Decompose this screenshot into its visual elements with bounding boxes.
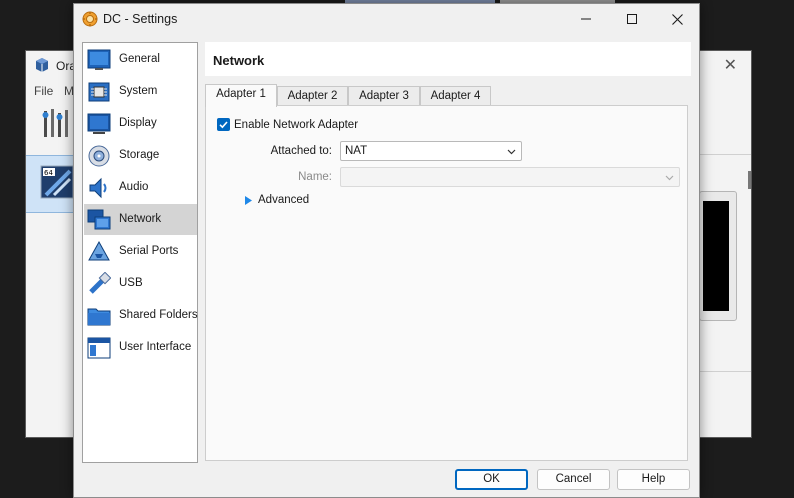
scrollbar-thumb[interactable] — [748, 171, 751, 189]
advanced-toggle[interactable]: Advanced — [258, 194, 309, 206]
sidebar-item-storage[interactable]: Storage — [84, 140, 197, 171]
settings-gear-icon — [82, 11, 98, 27]
sidebar-item-label: General — [119, 53, 160, 65]
chevron-down-icon — [507, 149, 516, 155]
settings-category-list: General System Display Storage Audio Net… — [82, 42, 198, 463]
maximize-button[interactable] — [609, 4, 655, 34]
tab-adapter-1[interactable]: Adapter 1 — [205, 84, 277, 107]
serial-ports-icon — [88, 240, 110, 261]
network-icon — [87, 209, 111, 230]
sidebar-item-label: USB — [119, 277, 143, 289]
tab-adapter-2[interactable]: Adapter 2 — [277, 86, 348, 106]
sidebar-item-shared-folders[interactable]: Shared Folders — [84, 300, 198, 331]
expand-arrow-icon[interactable] — [244, 195, 253, 206]
cancel-button[interactable]: Cancel — [537, 469, 610, 490]
sidebar-item-label: User Interface — [119, 341, 192, 353]
tools-icon[interactable] — [42, 107, 74, 141]
help-button[interactable]: Help — [617, 469, 690, 490]
sidebar-item-serial-ports[interactable]: Serial Ports — [84, 236, 197, 267]
svg-text:64: 64 — [44, 169, 53, 177]
adapter-name-select[interactable] — [340, 167, 680, 187]
menu-file[interactable]: File — [34, 84, 53, 98]
sidebar-item-label: Storage — [119, 149, 160, 161]
chevron-down-icon — [665, 175, 674, 181]
enable-adapter-checkbox[interactable] — [217, 118, 230, 131]
sidebar-item-user-interface[interactable]: User Interface — [84, 332, 197, 363]
sidebar-item-label: Shared Folders — [119, 309, 198, 321]
dialog-titlebar[interactable]: DC - Settings — [74, 4, 699, 34]
enable-adapter-label[interactable]: Enable Network Adapter — [234, 119, 358, 131]
sidebar-item-general[interactable]: General — [84, 44, 197, 75]
manager-close-icon[interactable]: ✕ — [724, 55, 737, 75]
checkmark-icon — [219, 121, 228, 129]
page-header: Network — [205, 42, 691, 76]
minimize-button[interactable] — [563, 4, 609, 34]
tab-adapter-3[interactable]: Adapter 3 — [348, 86, 420, 106]
vm-64bit-icon: 64 — [40, 165, 74, 199]
system-icon — [88, 82, 110, 102]
shared-folders-icon — [87, 308, 111, 326]
ok-button[interactable]: OK — [455, 469, 528, 490]
close-icon — [671, 13, 683, 25]
divider — [697, 154, 751, 155]
adapter-settings-panel: Enable Network Adapter Attached to: NAT … — [205, 105, 688, 461]
sidebar-item-label: Network — [119, 213, 162, 225]
adapter-tabbar: Adapter 1 Adapter 2 Adapter 3 Adapter 4 — [205, 84, 691, 107]
attached-to-select[interactable]: NAT — [340, 141, 522, 161]
vm-preview-screen — [703, 201, 729, 311]
sidebar-item-label: Audio — [119, 181, 149, 193]
divider — [697, 371, 751, 372]
close-button[interactable] — [654, 4, 700, 34]
tab-adapter-4[interactable]: Adapter 4 — [420, 86, 491, 106]
sidebar-item-usb[interactable]: USB — [84, 268, 197, 299]
user-interface-icon — [87, 337, 111, 359]
audio-icon — [89, 177, 107, 199]
sidebar-item-display[interactable]: Display — [84, 108, 197, 139]
storage-icon — [88, 145, 110, 167]
display-icon — [87, 113, 111, 134]
usb-icon — [89, 272, 111, 294]
general-icon — [87, 49, 111, 70]
maximize-icon — [627, 14, 637, 24]
dialog-title: DC - Settings — [103, 12, 178, 26]
sidebar-item-label: Serial Ports — [119, 245, 179, 257]
attached-to-value: NAT — [345, 145, 368, 157]
sidebar-item-network[interactable]: Network — [84, 204, 197, 235]
sidebar-item-label: Display — [119, 117, 157, 129]
sidebar-item-system[interactable]: System — [84, 76, 197, 107]
sidebar-item-audio[interactable]: Audio — [84, 172, 197, 203]
minimize-icon — [581, 18, 591, 20]
sidebar-item-label: System — [119, 85, 158, 97]
page-title: Network — [213, 53, 265, 68]
settings-dialog: DC - Settings General System Display Sto… — [73, 3, 700, 498]
name-label: Name: — [298, 171, 332, 183]
virtualbox-icon — [36, 58, 48, 72]
attached-to-label: Attached to: — [270, 145, 332, 157]
